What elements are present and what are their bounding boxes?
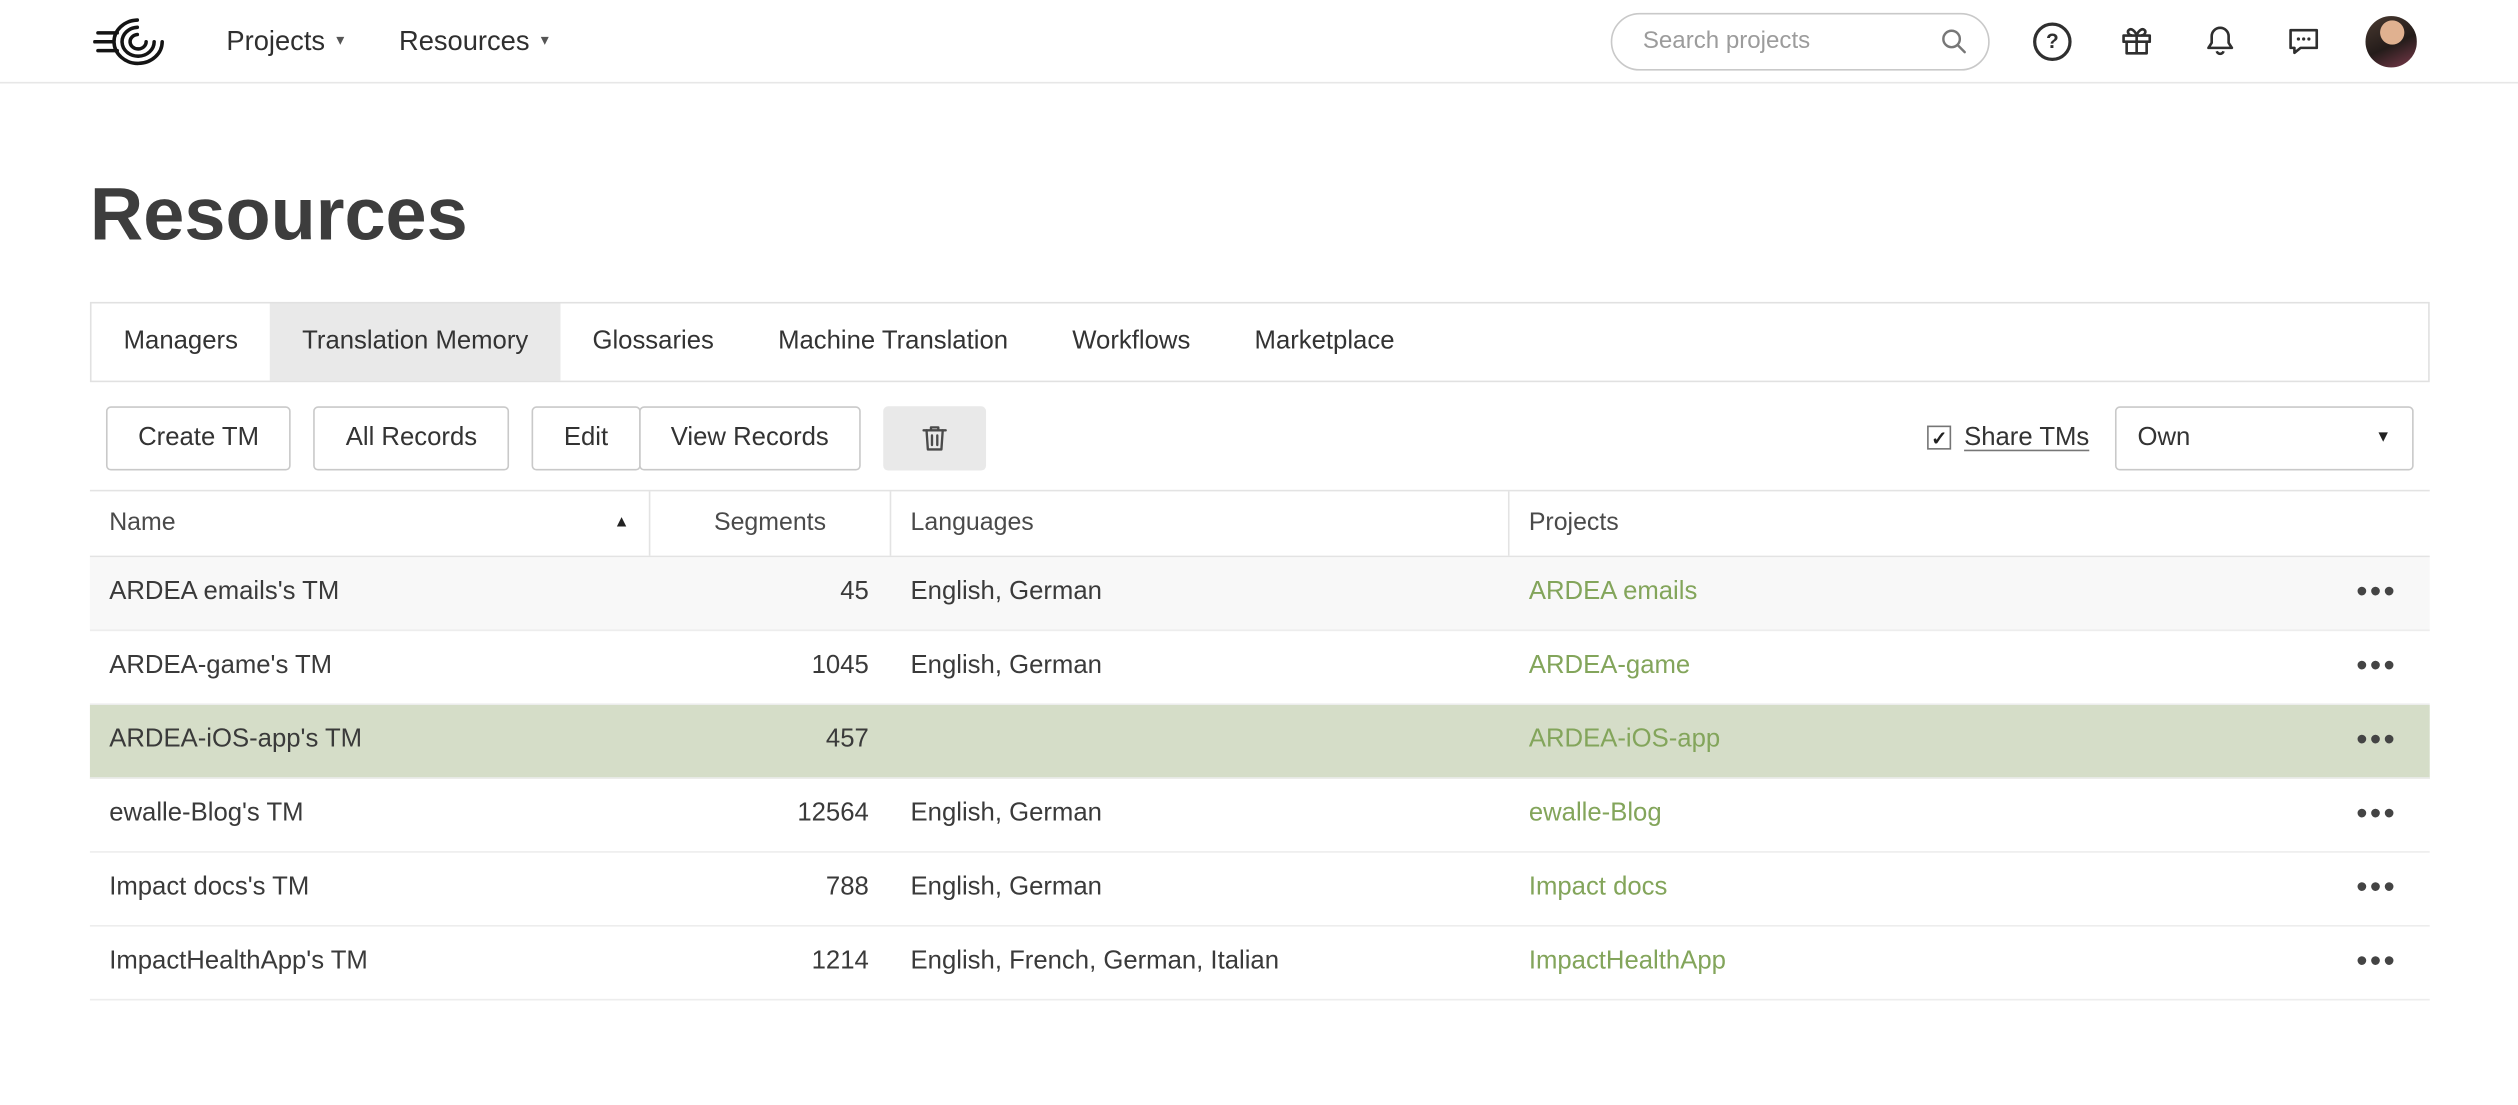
column-header-name-label: Name — [109, 509, 175, 538]
resources-tab-bar: Managers Translation Memory Glossaries M… — [90, 302, 2430, 382]
tm-segments: 457 — [650, 726, 891, 755]
share-tms-label[interactable]: Share TMs — [1964, 424, 2089, 453]
scope-dropdown-value: Own — [2137, 424, 2190, 453]
search-input[interactable] — [1640, 26, 1926, 57]
create-tm-button[interactable]: Create TM — [106, 406, 291, 470]
column-header-segments[interactable]: Segments — [650, 491, 891, 555]
nav-resources[interactable]: Resources ▾ — [399, 25, 549, 57]
column-header-projects[interactable]: Projects — [1510, 491, 2324, 555]
row-actions-button[interactable]: ••• — [2356, 873, 2397, 905]
row-actions-button[interactable]: ••• — [2356, 651, 2397, 683]
project-link[interactable]: ARDEA-iOS-app — [1529, 726, 1720, 753]
logo-swirl-icon — [93, 15, 167, 66]
tab-marketplace[interactable]: Marketplace — [1222, 303, 1426, 380]
tm-segments: 12564 — [650, 800, 891, 829]
search-box — [1611, 12, 1990, 70]
tab-translation-memory[interactable]: Translation Memory — [270, 303, 560, 380]
tab-managers[interactable]: Managers — [92, 303, 271, 380]
column-header-languages[interactable]: Languages — [891, 491, 1509, 555]
gifts-button[interactable] — [2115, 20, 2157, 62]
tm-languages: English, German — [891, 653, 1509, 682]
tm-table: Name ▲ Segments Languages Projects ARDEA… — [90, 490, 2430, 1001]
project-link[interactable]: ewalle-Blog — [1529, 800, 1662, 827]
tm-name: ARDEA-iOS-app's TM — [90, 726, 650, 755]
project-link[interactable]: ImpactHealthApp — [1529, 948, 1726, 975]
edit-view-button-group: Edit View Records — [532, 406, 861, 470]
page-title: Resources — [90, 172, 2430, 257]
all-records-button[interactable]: All Records — [314, 406, 510, 470]
column-header-languages-label: Languages — [911, 509, 1034, 538]
bell-icon — [2201, 22, 2238, 59]
tm-name: ImpactHealthApp's TM — [90, 948, 650, 977]
row-actions-button[interactable]: ••• — [2356, 947, 2397, 979]
trash-icon — [917, 421, 952, 456]
table-row[interactable]: Impact docs's TM 788 English, German Imp… — [90, 853, 2430, 927]
project-link[interactable]: Impact docs — [1529, 874, 1668, 901]
row-actions-button[interactable]: ••• — [2356, 725, 2397, 757]
app-logo[interactable] — [93, 15, 167, 66]
tm-languages: English, German — [891, 874, 1509, 903]
tab-machine-translation[interactable]: Machine Translation — [746, 303, 1040, 380]
delete-button[interactable] — [883, 406, 986, 470]
table-row[interactable]: ewalle-Blog's TM 12564 English, German e… — [90, 779, 2430, 853]
chevron-down-icon: ▾ — [541, 33, 549, 49]
tm-table-header: Name ▲ Segments Languages Projects — [90, 490, 2430, 557]
search-icon[interactable] — [1938, 26, 1969, 57]
chevron-down-icon: ▼ — [2375, 429, 2391, 447]
tm-toolbar: Create TM All Records Edit View Records — [106, 406, 2414, 470]
tm-languages: English, French, German, Italian — [891, 948, 1509, 977]
table-row[interactable]: ImpactHealthApp's TM 1214 English, Frenc… — [90, 926, 2430, 1000]
sort-ascending-icon: ▲ — [614, 515, 630, 533]
chevron-down-icon: ▾ — [336, 33, 344, 49]
tm-languages: English, German — [891, 800, 1509, 829]
tm-name: ARDEA emails's TM — [90, 579, 650, 608]
tm-name: ewalle-Blog's TM — [90, 800, 650, 829]
column-header-segments-label: Segments — [714, 509, 826, 538]
user-avatar[interactable] — [2365, 15, 2416, 66]
tab-workflows[interactable]: Workflows — [1040, 303, 1222, 380]
column-header-actions — [2324, 491, 2430, 555]
share-tms-checkbox[interactable] — [1927, 426, 1951, 450]
edit-button[interactable]: Edit — [532, 406, 641, 470]
tab-glossaries[interactable]: Glossaries — [560, 303, 746, 380]
tm-name: ARDEA-game's TM — [90, 653, 650, 682]
table-row[interactable]: ARDEA emails's TM 45 English, German ARD… — [90, 557, 2430, 631]
nav-projects-label: Projects — [226, 25, 325, 57]
chat-icon — [2284, 22, 2321, 59]
table-row[interactable]: ARDEA-iOS-app's TM 457 ARDEA-iOS-app ••• — [90, 705, 2430, 779]
notifications-button[interactable] — [2198, 20, 2240, 62]
tm-segments: 1214 — [650, 948, 891, 977]
top-bar: Projects ▾ Resources ▾ ? — [0, 0, 2518, 84]
tm-segments: 45 — [650, 579, 891, 608]
row-actions-button[interactable]: ••• — [2356, 799, 2397, 831]
gift-icon — [2117, 22, 2154, 59]
nav-resources-label: Resources — [399, 25, 530, 57]
nav-projects[interactable]: Projects ▾ — [226, 25, 344, 57]
table-row[interactable]: ARDEA-game's TM 1045 English, German ARD… — [90, 631, 2430, 705]
tm-segments: 1045 — [650, 653, 891, 682]
tm-segments: 788 — [650, 874, 891, 903]
tm-languages: English, German — [891, 579, 1509, 608]
scope-dropdown[interactable]: Own ▼ — [2115, 406, 2414, 470]
project-link[interactable]: ARDEA-game — [1529, 653, 1690, 680]
row-actions-button[interactable]: ••• — [2356, 577, 2397, 609]
messages-button[interactable] — [2282, 20, 2324, 62]
project-link[interactable]: ARDEA emails — [1529, 579, 1697, 606]
help-icon: ? — [2033, 22, 2072, 61]
column-header-projects-label: Projects — [1529, 509, 1619, 538]
tm-name: Impact docs's TM — [90, 874, 650, 903]
view-records-button[interactable]: View Records — [639, 406, 861, 470]
help-button[interactable]: ? — [2031, 20, 2073, 62]
toolbar-right: Share TMs Own ▼ — [1927, 406, 2414, 470]
column-header-name[interactable]: Name ▲ — [90, 491, 650, 555]
